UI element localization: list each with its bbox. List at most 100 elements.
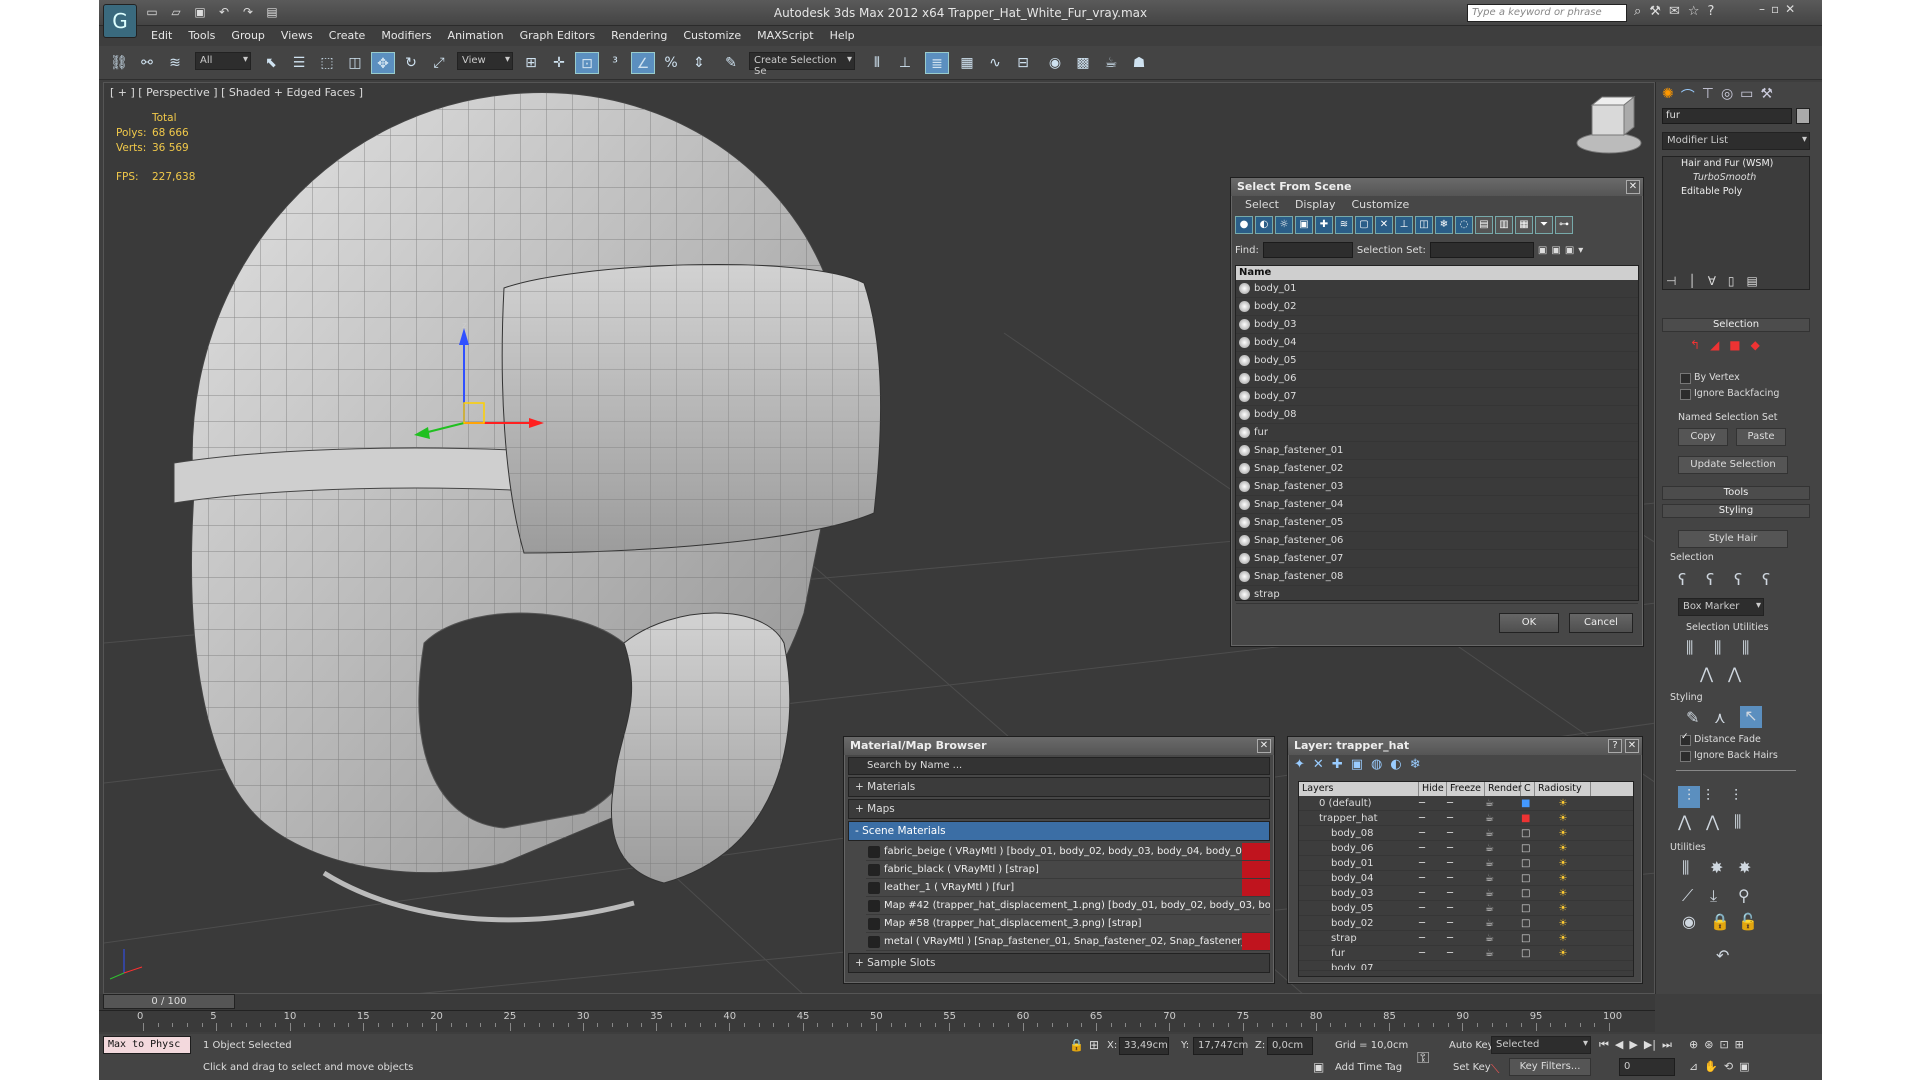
go-to-end-icon[interactable]: ⏭: [1662, 1038, 1672, 1052]
name-column-header[interactable]: Name: [1236, 266, 1638, 280]
table-row[interactable]: 0 (default) ─ ─ ☕ ■ ☀: [1299, 796, 1633, 811]
col-freeze[interactable]: Freeze: [1447, 782, 1485, 796]
brush-size-slider[interactable]: [1676, 770, 1796, 776]
sfs-menu-display[interactable]: Display: [1287, 196, 1344, 214]
viewport-label[interactable]: [ + ] [ Perspective ] [ Shaded + Edged F…: [110, 86, 363, 99]
table-row[interactable]: body_04 ─ ─ ☕ □ ☀: [1299, 871, 1633, 886]
stack-item-turbosmooth[interactable]: TurboSmooth: [1663, 171, 1809, 185]
material-editor-icon[interactable]: ◉: [1043, 52, 1067, 74]
table-row[interactable]: body_01 ─ ─ ☕ □ ☀: [1299, 856, 1633, 871]
time-slider[interactable]: 0 / 100: [103, 994, 235, 1009]
by-vertex-checkbox[interactable]: By Vertex: [1680, 372, 1740, 384]
rectangular-selection-icon[interactable]: ⬚: [315, 52, 339, 74]
material-row[interactable]: leather_1 ( VRayMtl ) [fur]: [866, 879, 1270, 897]
rotate-icon[interactable]: ⋀: [1706, 812, 1719, 831]
menu-rendering[interactable]: Rendering: [603, 27, 675, 45]
table-row[interactable]: body_08 ─ ─ ☕ □ ☀: [1299, 826, 1633, 841]
translate-icon[interactable]: ⫶: [1678, 786, 1700, 808]
update-selection-button[interactable]: Update Selection: [1678, 456, 1788, 474]
select-by-name-icon[interactable]: ☰: [287, 52, 311, 74]
list-item[interactable]: Snap_fastener_06: [1236, 532, 1638, 550]
rendered-frame-window-icon[interactable]: ☕: [1099, 52, 1123, 74]
zoom-icon[interactable]: ⊕: [1689, 1038, 1698, 1051]
freeze-toggle[interactable]: ─: [1447, 796, 1485, 810]
key-icon[interactable]: ⚿: [1417, 1048, 1429, 1068]
reference-coordinate-dropdown[interactable]: View: [457, 52, 513, 70]
lock-icon[interactable]: ⚲: [1738, 886, 1750, 905]
select-guides-by-root-icon[interactable]: ʕ: [1762, 570, 1770, 589]
material-row[interactable]: metal ( VRayMtl ) [Snap_fastener_01, Sna…: [866, 933, 1270, 951]
display-tab-icon[interactable]: ▭: [1740, 86, 1753, 106]
close-icon[interactable]: ✕: [1785, 2, 1795, 16]
add-time-tag[interactable]: Add Time Tag: [1335, 1062, 1402, 1073]
key-selection-dropdown[interactable]: Selected: [1491, 1036, 1591, 1054]
menu-views[interactable]: Views: [273, 27, 321, 45]
new-file-icon[interactable]: ▭: [143, 3, 161, 21]
zoom-extents-all-icon[interactable]: ⊞: [1735, 1038, 1744, 1051]
angle-snap-icon[interactable]: ∠: [631, 52, 655, 74]
object-name-input[interactable]: fur: [1662, 108, 1792, 124]
table-row[interactable]: body_05 ─ ─ ☕ □ ☀: [1299, 901, 1633, 916]
ok-button[interactable]: OK: [1499, 613, 1559, 633]
play-icon[interactable]: ▶: [1629, 1038, 1637, 1052]
redo-icon[interactable]: ↷: [239, 3, 257, 21]
pan-icon[interactable]: ✋: [1704, 1060, 1718, 1073]
display-frozen-icon[interactable]: ❄: [1435, 216, 1453, 234]
selection-set-dropdown[interactable]: [1429, 242, 1534, 258]
project-folder-icon[interactable]: ▤: [263, 3, 281, 21]
close-icon[interactable]: ✕: [1257, 739, 1271, 753]
hair-cut-icon[interactable]: ⋏: [1714, 708, 1726, 727]
keyboard-shortcut-override-icon[interactable]: ⊡: [575, 52, 599, 74]
maxscript-listener[interactable]: Max to Physc: [103, 1036, 191, 1054]
list-item[interactable]: Snap_fastener_08: [1236, 568, 1638, 586]
list-item[interactable]: Snap_fastener_02: [1236, 460, 1638, 478]
configure-modifier-sets-icon[interactable]: ▤: [1747, 274, 1758, 288]
expand-selection-icon[interactable]: ⫼: [1742, 638, 1749, 658]
utilities-tab-icon[interactable]: ⚒: [1760, 86, 1773, 106]
undo-icon[interactable]: ↶: [215, 3, 233, 21]
track-bar[interactable]: 0 5 10 15 20 25 30 35 40 45 50 55 60 65 70 75 80 85 90 95 10…: [99, 1010, 1655, 1032]
invert-selection-icon[interactable]: ⫼: [1686, 638, 1693, 658]
select-whole-guide-icon[interactable]: ʕ: [1706, 570, 1714, 589]
select-invert-icon[interactable]: ▦: [1515, 216, 1533, 234]
schematic-view-icon[interactable]: ⊟: [1011, 52, 1035, 74]
distance-fade-checkbox[interactable]: Distance Fade: [1680, 732, 1761, 746]
list-item[interactable]: body_06: [1236, 370, 1638, 388]
menu-help[interactable]: Help: [822, 27, 863, 45]
list-item[interactable]: strap: [1236, 586, 1638, 604]
x-coordinate-field[interactable]: 33,49cm: [1119, 1037, 1169, 1055]
manipulate-icon[interactable]: ✛: [547, 52, 571, 74]
select-object-icon[interactable]: ⬉: [259, 52, 283, 74]
display-containers-icon[interactable]: ◫: [1415, 216, 1433, 234]
maximize-icon[interactable]: ▫: [1771, 2, 1779, 16]
field-of-view-icon[interactable]: ⊿: [1689, 1060, 1698, 1073]
col-hide[interactable]: Hide: [1419, 782, 1447, 796]
list-item[interactable]: body_08: [1236, 406, 1638, 424]
select-all-icon[interactable]: ▤: [1475, 216, 1493, 234]
table-row[interactable]: body_07: [1299, 961, 1633, 971]
display-groups-icon[interactable]: ▢: [1355, 216, 1373, 234]
table-row[interactable]: fur ─ ─ ☕ □ ☀: [1299, 946, 1633, 961]
material-row[interactable]: fabric_black ( VRayMtl ) [strap]: [866, 861, 1270, 879]
recomb-icon[interactable]: ◉: [1682, 912, 1696, 931]
next-frame-icon[interactable]: ▶|: [1644, 1038, 1656, 1052]
filter-icon[interactable]: ⏷: [1535, 216, 1553, 234]
show-end-result-icon[interactable]: │: [1688, 274, 1695, 288]
set-key-button[interactable]: Set Key: [1453, 1062, 1491, 1073]
communication-icon[interactable]: ✉: [1669, 4, 1680, 19]
radiosity-toggle[interactable]: ☀: [1535, 811, 1591, 825]
edit-named-selection-icon[interactable]: ✎: [719, 52, 743, 74]
snaps-toggle-icon[interactable]: ³: [603, 52, 627, 74]
attenuate-icon[interactable]: ⫼: [1682, 858, 1689, 878]
render-toggle[interactable]: ☕: [1485, 796, 1521, 810]
select-tool-icon[interactable]: ↖: [1740, 706, 1762, 728]
bind-space-warp-icon[interactable]: ≋: [163, 52, 187, 74]
pop-zero-icon[interactable]: ✸: [1738, 858, 1751, 877]
table-row[interactable]: trapper_hat ─ ─ ☕ ■ ☀: [1299, 811, 1633, 826]
zoom-extents-icon[interactable]: ⊡: [1719, 1038, 1728, 1051]
hide-toggle[interactable]: ─: [1419, 796, 1447, 810]
scale-icon[interactable]: ⫼: [1734, 812, 1741, 832]
menu-tools[interactable]: Tools: [180, 27, 223, 45]
list-item[interactable]: body_03: [1236, 316, 1638, 334]
list-item[interactable]: fur: [1236, 424, 1638, 442]
